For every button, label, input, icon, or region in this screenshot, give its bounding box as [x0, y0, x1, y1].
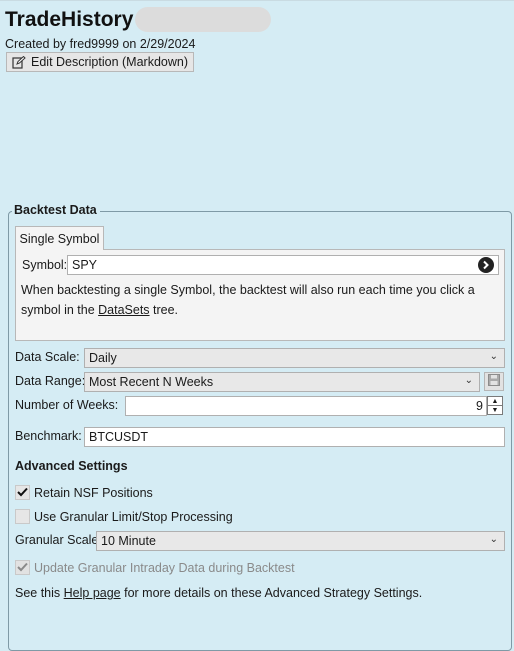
- granular-scale-label: Granular Scale: [15, 533, 99, 547]
- data-range-label: Data Range:: [15, 374, 86, 388]
- data-scale-label: Data Scale:: [15, 350, 80, 364]
- number-of-weeks-input[interactable]: 9: [125, 396, 487, 416]
- advanced-settings-heading: Advanced Settings: [15, 459, 128, 473]
- edit-description-label: Edit Description (Markdown): [31, 55, 188, 69]
- symbol-label: Symbol:: [22, 258, 68, 272]
- header: TradeHistory: [5, 7, 272, 32]
- help-page-link[interactable]: Help page: [64, 586, 121, 600]
- retain-nsf-label: Retain NSF Positions: [34, 486, 153, 500]
- page-title: TradeHistory: [5, 7, 134, 31]
- granular-scale-value: 10 Minute: [101, 534, 156, 548]
- save-range-button[interactable]: [484, 372, 504, 391]
- update-granular-label: Update Granular Intraday Data during Bac…: [34, 561, 295, 575]
- granular-scale-select[interactable]: 10 Minute ⌄: [96, 531, 505, 551]
- granular-processing-label: Use Granular Limit/Stop Processing: [34, 510, 233, 524]
- tab-single-symbol[interactable]: Single Symbol: [15, 226, 104, 250]
- help-text: See this Help page for more details on t…: [15, 586, 422, 600]
- benchmark-input[interactable]: BTCUSDT: [84, 427, 505, 447]
- edit-description-button[interactable]: Edit Description (Markdown): [6, 52, 194, 72]
- save-disk-icon: [488, 374, 500, 389]
- granular-processing-checkbox[interactable]: [15, 509, 30, 524]
- weeks-spinner[interactable]: ▲ ▼: [487, 396, 503, 415]
- info-text-end: tree.: [149, 303, 179, 317]
- chevron-down-icon: ⌄: [464, 375, 473, 386]
- update-granular-checkbox[interactable]: [15, 560, 30, 575]
- data-range-select[interactable]: Most Recent N Weeks ⌄: [84, 372, 480, 392]
- benchmark-label: Benchmark:: [15, 429, 82, 443]
- retain-nsf-checkbox[interactable]: [15, 485, 30, 500]
- help-suffix: for more details on these Advanced Strat…: [120, 586, 423, 600]
- datasets-link[interactable]: DataSets: [98, 303, 149, 317]
- up-icon[interactable]: ▲: [488, 397, 502, 405]
- tab-single-symbol-label: Single Symbol: [19, 231, 100, 246]
- chevron-down-icon: ⌄: [489, 534, 498, 545]
- backtest-data-title: Backtest Data: [12, 203, 100, 217]
- chevron-down-icon: ⌄: [489, 351, 498, 362]
- checkmark-icon: [17, 485, 28, 500]
- number-of-weeks-label: Number of Weeks:: [15, 398, 119, 412]
- redacted-blur: [135, 7, 272, 32]
- checkmark-icon: [17, 560, 28, 575]
- info-text-start: When backtesting a single Symbol, the ba…: [21, 283, 475, 317]
- data-scale-select[interactable]: Daily ⌄: [84, 348, 505, 368]
- edit-icon: [12, 55, 26, 69]
- data-scale-value: Daily: [89, 351, 117, 365]
- created-by-text: Created by fred9999 on 2/29/2024: [5, 37, 196, 51]
- top-divider: [0, 0, 514, 1]
- help-prefix: See this: [15, 586, 64, 600]
- data-range-value: Most Recent N Weeks: [89, 375, 214, 389]
- single-symbol-info: When backtesting a single Symbol, the ba…: [21, 280, 501, 320]
- arrow-right-circle-icon[interactable]: [478, 257, 494, 273]
- down-icon[interactable]: ▼: [488, 405, 502, 414]
- symbol-input[interactable]: SPY: [67, 255, 499, 275]
